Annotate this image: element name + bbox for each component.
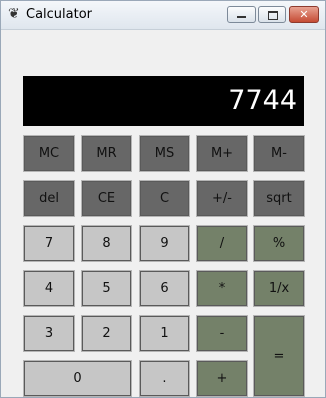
memory-add-button[interactable]: M+ [196,135,248,172]
digit-2-button[interactable]: 2 [81,315,132,352]
square-root-button[interactable]: sqrt [253,180,305,217]
reciprocal-button[interactable]: 1/x [253,270,305,307]
digit-3-button[interactable]: 3 [23,315,75,352]
minimize-button[interactable] [227,6,256,23]
multiply-button[interactable]: * [196,270,248,307]
digit-4-button[interactable]: 4 [23,270,75,307]
digit-7-button[interactable]: 7 [23,225,75,262]
maximize-icon [268,11,278,20]
digit-8-button[interactable]: 8 [81,225,132,262]
feather-icon: ❦ [8,6,20,22]
calculator-window: ❦ Calculator ✕ 7744 MC MR MS M+ M- del C… [0,0,326,398]
digit-6-button[interactable]: 6 [139,270,190,307]
subtract-button[interactable]: - [196,315,248,352]
memory-store-button[interactable]: MS [139,135,190,172]
maximize-button[interactable] [258,6,286,23]
close-button[interactable]: ✕ [289,6,319,23]
decimal-point-button[interactable]: . [139,360,190,397]
digit-5-button[interactable]: 5 [81,270,132,307]
memory-subtract-button[interactable]: M- [253,135,305,172]
equals-button[interactable]: = [253,315,305,397]
memory-recall-button[interactable]: MR [81,135,132,172]
digit-9-button[interactable]: 9 [139,225,190,262]
percent-button[interactable]: % [253,225,305,262]
close-icon: ✕ [299,8,309,21]
add-button[interactable]: + [196,360,248,397]
digit-1-button[interactable]: 1 [139,315,190,352]
negate-button[interactable]: +/- [196,180,248,217]
digit-0-button[interactable]: 0 [23,360,132,397]
clear-button[interactable]: C [139,180,190,217]
memory-clear-button[interactable]: MC [23,135,75,172]
divide-button[interactable]: / [196,225,248,262]
window-title: Calculator [26,7,93,22]
title-bar[interactable]: ❦ Calculator ✕ [1,1,325,30]
calculator-display: 7744 [23,76,304,126]
minimize-icon [237,16,246,18]
clear-entry-button[interactable]: CE [81,180,132,217]
delete-button[interactable]: del [23,180,75,217]
